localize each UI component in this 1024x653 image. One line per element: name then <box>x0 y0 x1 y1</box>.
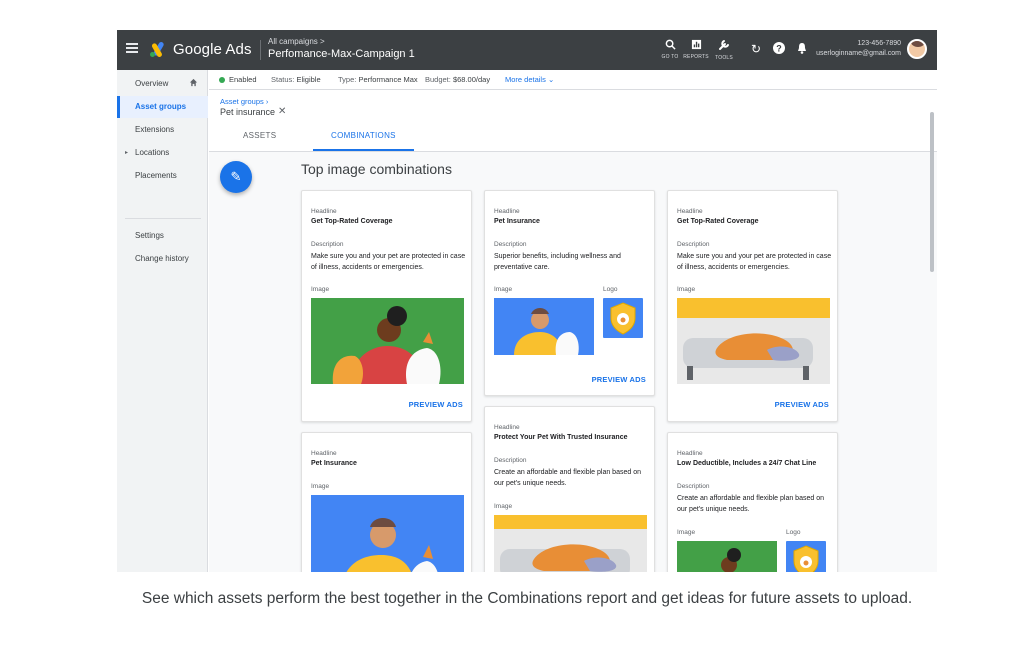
status-dot <box>219 77 225 84</box>
more-details-link[interactable]: More details ⌄ <box>505 70 554 90</box>
reports-button[interactable]: REPORTS <box>683 39 709 60</box>
combination-card: Headline Pet Insurance Image <box>301 432 472 572</box>
sidebar-item-placements[interactable]: Placements <box>117 165 208 187</box>
tools-button[interactable]: TOOLS <box>711 39 737 61</box>
account-email: userloginname@gmail.com <box>816 50 901 57</box>
tab-combinations[interactable]: COMBINATIONS <box>313 131 414 151</box>
sidebar-item-extensions[interactable]: Extensions <box>117 119 208 141</box>
asset-logo <box>603 298 643 338</box>
card-headline: Low Deductible, Includes a 24/7 Chat Lin… <box>677 460 817 467</box>
card-headline: Pet Insurance <box>494 218 540 225</box>
menu-icon[interactable] <box>126 43 138 53</box>
goto-button[interactable]: GO TO <box>657 39 683 60</box>
reports-icon <box>683 39 709 54</box>
pencil-icon: ✎ <box>230 169 242 184</box>
help-icon[interactable]: ? <box>773 42 785 57</box>
combination-card: Headline Low Deductible, Includes a 24/7… <box>667 432 838 572</box>
brand-name: Google Ads <box>173 41 252 58</box>
avatar[interactable] <box>907 39 927 59</box>
all-campaigns-link[interactable]: All campaigns > <box>268 37 325 46</box>
card-description: Create an affordable and flexible plan b… <box>494 469 641 487</box>
app-screenshot: Google Ads All campaigns > Perfomance-Ma… <box>117 30 937 572</box>
preview-ads-button[interactable]: PREVIEW ADS <box>592 375 646 384</box>
card-description: Make sure you and your pet are protected… <box>677 253 832 271</box>
refresh-icon[interactable]: ↻ <box>751 42 761 56</box>
section-title: Top image combinations <box>301 161 452 177</box>
combination-card: Headline Get Top-Rated Coverage Descript… <box>301 190 472 422</box>
combination-card: Headline Protect Your Pet With Trusted I… <box>484 406 655 572</box>
asset-image <box>311 298 464 384</box>
scrollbar[interactable] <box>930 112 934 272</box>
sidebar: Overview Asset groups Extensions ▸ Locat… <box>117 70 208 572</box>
sidebar-item-overview[interactable]: Overview <box>117 73 208 95</box>
asset-logo <box>786 541 826 572</box>
card-description: Superior benefits, including wellness an… <box>494 253 621 271</box>
sidebar-item-asset-groups[interactable]: Asset groups <box>117 96 208 118</box>
figure-caption: See which assets perform the best togeth… <box>141 590 913 607</box>
search-icon <box>657 39 683 54</box>
notifications-icon[interactable] <box>797 42 807 57</box>
asset-image <box>677 298 830 384</box>
asset-image <box>494 298 594 355</box>
top-app-bar: Google Ads All campaigns > Perfomance-Ma… <box>117 30 937 70</box>
campaign-type: Type: Performance Max <box>338 75 418 84</box>
card-headline: Protect Your Pet With Trusted Insurance <box>494 434 628 441</box>
divider <box>260 40 261 60</box>
tab-assets[interactable]: ASSETS <box>243 131 276 151</box>
combination-card: Headline Pet Insurance Description Super… <box>484 190 655 396</box>
sidebar-item-settings[interactable]: Settings <box>117 225 208 247</box>
breadcrumb-current: Pet insurance <box>220 107 276 117</box>
asset-image <box>311 495 464 572</box>
asset-image <box>494 515 647 572</box>
card-headline: Get Top-Rated Coverage <box>677 218 759 225</box>
preview-ads-button[interactable]: PREVIEW ADS <box>409 400 463 409</box>
chevron-right-icon: ▸ <box>125 150 129 156</box>
campaign-budget: Budget: $68.00/day <box>425 75 491 84</box>
wrench-icon <box>711 39 737 55</box>
chevron-down-icon: ⌄ <box>547 75 555 84</box>
google-ads-logo <box>150 41 164 58</box>
card-headline: Pet Insurance <box>311 460 357 467</box>
enabled-status[interactable]: Enabled <box>219 70 257 90</box>
edit-button[interactable]: ✎ <box>220 161 252 193</box>
card-description: Make sure you and your pet are protected… <box>311 253 466 271</box>
home-icon <box>189 73 198 95</box>
asset-image <box>677 541 777 572</box>
account-phone: 123-456-7890 <box>857 40 901 47</box>
eligibility-status: Status: Eligible <box>271 75 321 84</box>
card-description: Create an affordable and flexible plan b… <box>677 495 824 513</box>
campaign-status-bar: Enabled Status: Eligible Type: Performan… <box>209 70 937 90</box>
combination-card: Headline Get Top-Rated Coverage Descript… <box>667 190 838 422</box>
close-icon[interactable]: ✕ <box>278 106 286 117</box>
card-headline: Get Top-Rated Coverage <box>311 218 393 225</box>
sidebar-item-locations[interactable]: ▸ Locations <box>117 142 208 164</box>
breadcrumb-parent[interactable]: Asset groups › <box>220 97 268 106</box>
svg-text:?: ? <box>776 44 782 54</box>
sidebar-item-change-history[interactable]: Change history <box>117 248 208 270</box>
campaign-name[interactable]: Perfomance-Max-Campaign 1 <box>268 48 415 60</box>
preview-ads-button[interactable]: PREVIEW ADS <box>775 400 829 409</box>
divider <box>125 218 201 219</box>
